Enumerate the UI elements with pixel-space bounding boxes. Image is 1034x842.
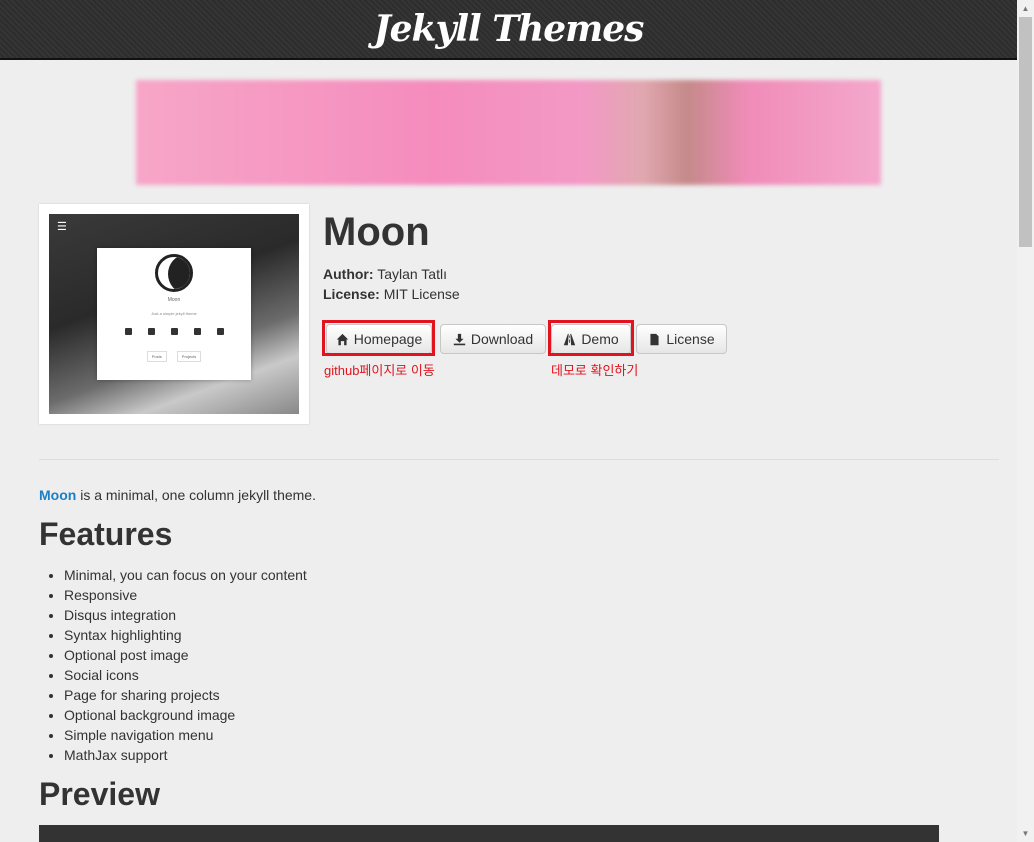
ad-banner[interactable] [136, 80, 881, 185]
preview-image [39, 825, 939, 842]
author-name: Taylan Tatlı [377, 266, 447, 282]
github-icon [193, 328, 201, 335]
features-heading: Features [39, 516, 173, 552]
feature-item: Optional post image [64, 645, 307, 665]
intro-rest: is a minimal, one column jekyll theme. [76, 487, 316, 503]
feature-item: Responsive [64, 585, 307, 605]
theme-title: Moon [323, 210, 430, 254]
scroll-up-arrow-icon[interactable]: ▲ [1017, 0, 1034, 17]
homepage-annotation: github페이지로 이동 [324, 363, 435, 378]
section-divider [39, 459, 999, 460]
intro-moon-link[interactable]: Moon [39, 487, 76, 503]
scrollbar-thumb[interactable] [1019, 17, 1032, 247]
feature-item: Optional background image [64, 705, 307, 725]
demo-annotation: 데모로 확인하기 [551, 363, 639, 378]
thumbnail-link-projects: Projects [176, 351, 202, 362]
feature-item: Disqus integration [64, 605, 307, 625]
hamburger-icon: ☰ [57, 221, 67, 233]
license-line: License: MIT License [323, 286, 460, 302]
download-button-label: Download [470, 331, 534, 347]
feature-item: Social icons [64, 665, 307, 685]
license-button-label: License [666, 331, 715, 347]
thumbnail-tagline: Just a simple jekyll theme [151, 311, 197, 316]
author-label: Author: [323, 266, 374, 282]
facebook-icon [147, 328, 155, 335]
vertical-scrollbar[interactable]: ▲ ▼ [1017, 0, 1034, 842]
scroll-down-arrow-icon[interactable]: ▼ [1017, 825, 1034, 842]
intro-text: Moon is a minimal, one column jekyll the… [39, 487, 316, 503]
twitter-icon [124, 328, 132, 335]
license-button[interactable]: License [636, 324, 727, 354]
demo-highlight-box [548, 320, 634, 356]
thumbnail-site-title: Moon [167, 297, 181, 303]
license-label: License: [323, 286, 380, 302]
download-button[interactable]: Download [440, 324, 546, 354]
thumbnail-links: Posts Projects [97, 351, 251, 362]
site-header: Jekyll Themes [0, 0, 1017, 60]
feature-item: Minimal, you can focus on your content [64, 565, 307, 585]
preview-heading: Preview [39, 776, 160, 812]
moon-logo-icon [155, 254, 193, 292]
thumbnail-social-icons [97, 328, 251, 335]
thumbnail-card: Moon Just a simple jekyll theme Posts Pr… [97, 248, 251, 380]
features-list: Minimal, you can focus on your contentRe… [39, 565, 307, 765]
feature-item: MathJax support [64, 745, 307, 765]
theme-thumbnail[interactable]: ☰ Moon Just a simple jekyll theme Posts … [39, 204, 309, 424]
file-icon [650, 333, 659, 345]
feature-item: Simple navigation menu [64, 725, 307, 745]
license-name: MIT License [383, 286, 460, 302]
feature-item: Syntax highlighting [64, 625, 307, 645]
site-brand[interactable]: Jekyll Themes [0, 8, 1017, 50]
download-icon [453, 333, 466, 345]
instagram-icon [170, 328, 178, 335]
thumbnail-link-posts: Posts [146, 351, 167, 362]
feature-item: Page for sharing projects [64, 685, 307, 705]
thumbnail-image: ☰ Moon Just a simple jekyll theme Posts … [49, 214, 299, 414]
share-icon [216, 328, 224, 335]
homepage-highlight-box [322, 320, 435, 356]
author-line: Author: Taylan Tatlı [323, 266, 447, 282]
